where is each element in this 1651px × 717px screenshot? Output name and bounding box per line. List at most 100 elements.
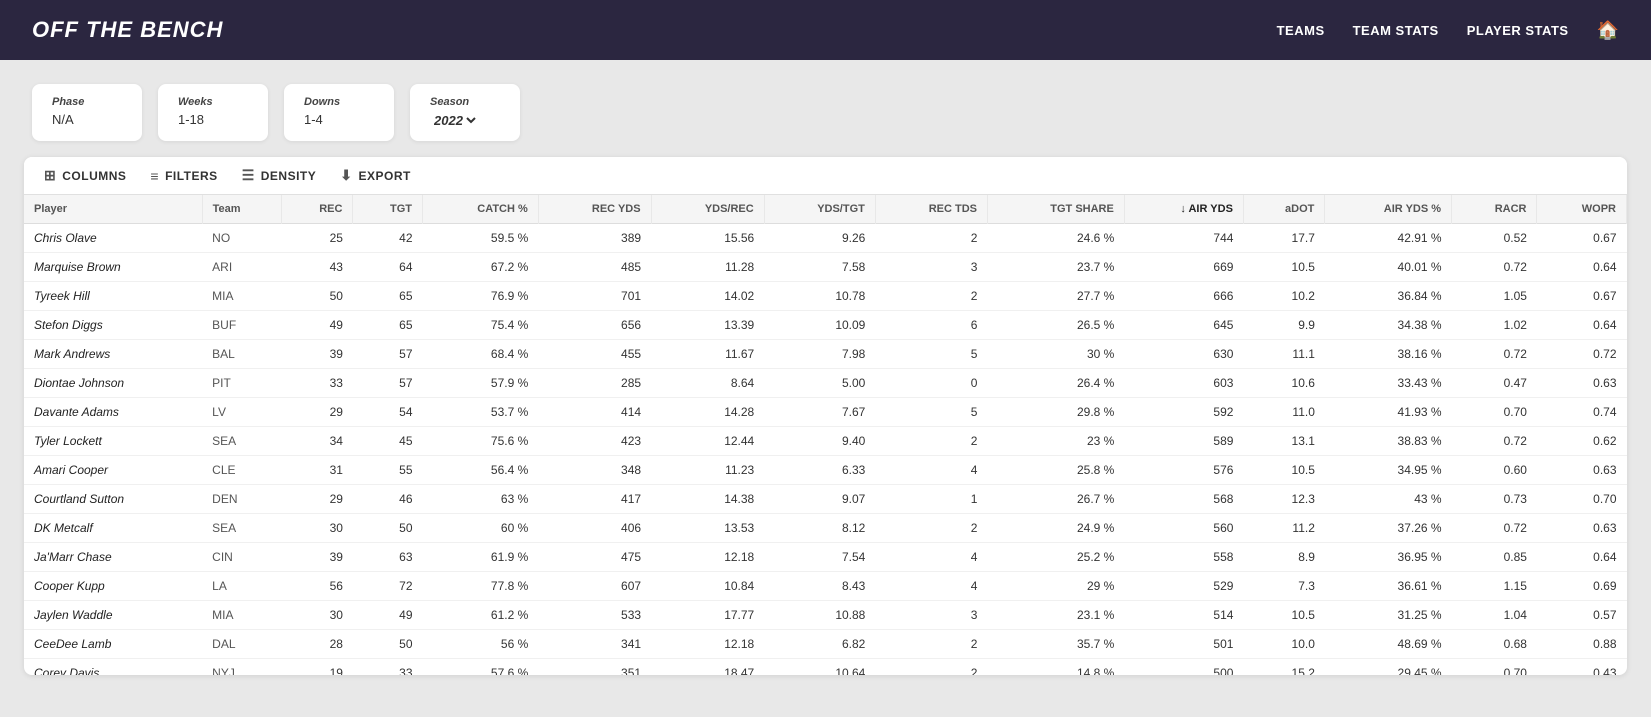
table-scroll-wrapper[interactable]: Player Team REC TGT CATCH % REC YDS YDS/… bbox=[24, 195, 1627, 675]
season-label: Season bbox=[430, 96, 500, 108]
table-cell: 2 bbox=[875, 514, 987, 543]
filters-button[interactable]: ≡ FILTERS bbox=[150, 168, 217, 184]
col-adot[interactable]: aDOT bbox=[1243, 195, 1324, 224]
table-row: CeeDee LambDAL285056 %34112.186.82235.7 … bbox=[24, 630, 1627, 659]
table-cell: 64 bbox=[353, 253, 423, 282]
table-cell: 603 bbox=[1124, 369, 1243, 398]
app-logo: Off The Bench bbox=[32, 17, 223, 43]
table-cell: 42 bbox=[353, 224, 423, 253]
nav-player-stats[interactable]: PLAYER STATS bbox=[1467, 23, 1569, 38]
table-cell: 34 bbox=[281, 427, 353, 456]
season-filter[interactable]: Season 2022 2021 2020 2019 bbox=[410, 84, 520, 141]
col-player[interactable]: Player bbox=[24, 195, 202, 224]
table-cell: 49 bbox=[281, 311, 353, 340]
table-cell: 26.7 % bbox=[987, 485, 1124, 514]
table-cell: 1.04 bbox=[1452, 601, 1537, 630]
table-cell: 17.7 bbox=[1243, 224, 1324, 253]
table-cell: 0.72 bbox=[1452, 340, 1537, 369]
table-cell: 10.5 bbox=[1243, 456, 1324, 485]
table-cell: 0.64 bbox=[1537, 543, 1627, 572]
table-cell: 0.57 bbox=[1537, 601, 1627, 630]
table-cell: 0.70 bbox=[1537, 485, 1627, 514]
table-cell: 50 bbox=[281, 282, 353, 311]
table-cell: 23 % bbox=[987, 427, 1124, 456]
table-cell: 38.16 % bbox=[1325, 340, 1452, 369]
table-cell: 9.9 bbox=[1243, 311, 1324, 340]
table-cell: 31 bbox=[281, 456, 353, 485]
table-cell: 11.1 bbox=[1243, 340, 1324, 369]
col-yds-tgt[interactable]: YDS/TGT bbox=[764, 195, 875, 224]
table-cell: 0.72 bbox=[1452, 253, 1537, 282]
col-air-yds[interactable]: ↓ AIR YDS bbox=[1124, 195, 1243, 224]
density-button[interactable]: ☰ DENSITY bbox=[242, 167, 317, 184]
col-air-yds-pct[interactable]: AIR YDS % bbox=[1325, 195, 1452, 224]
home-icon[interactable]: 🏠 bbox=[1597, 20, 1619, 41]
table-cell: 0.70 bbox=[1452, 659, 1537, 676]
table-row: Tyler LockettSEA344575.6 %42312.449.4022… bbox=[24, 427, 1627, 456]
table-cell: 389 bbox=[538, 224, 651, 253]
table-cell: 348 bbox=[538, 456, 651, 485]
col-team[interactable]: Team bbox=[202, 195, 281, 224]
table-cell: 65 bbox=[353, 282, 423, 311]
table-cell: 7.98 bbox=[764, 340, 875, 369]
table-cell: 1.05 bbox=[1452, 282, 1537, 311]
season-select[interactable]: 2022 2021 2020 2019 bbox=[430, 112, 479, 129]
table-cell: 67.2 % bbox=[423, 253, 539, 282]
table-cell: 701 bbox=[538, 282, 651, 311]
table-row: Chris OlaveNO254259.5 %38915.569.26224.6… bbox=[24, 224, 1627, 253]
table-cell: 341 bbox=[538, 630, 651, 659]
col-rec-yds[interactable]: REC YDS bbox=[538, 195, 651, 224]
table-cell: 60 % bbox=[423, 514, 539, 543]
col-rec[interactable]: REC bbox=[281, 195, 353, 224]
table-cell: 560 bbox=[1124, 514, 1243, 543]
col-racr[interactable]: RACR bbox=[1452, 195, 1537, 224]
table-cell: Diontae Johnson bbox=[24, 369, 202, 398]
col-yds-rec[interactable]: YDS/REC bbox=[651, 195, 764, 224]
table-cell: 34.38 % bbox=[1325, 311, 1452, 340]
columns-icon: ⊞ bbox=[44, 167, 56, 184]
col-wopr[interactable]: WOPR bbox=[1537, 195, 1627, 224]
columns-button[interactable]: ⊞ COLUMNS bbox=[44, 167, 126, 184]
weeks-value: 1-18 bbox=[178, 112, 248, 127]
table-cell: Mark Andrews bbox=[24, 340, 202, 369]
table-cell: 12.18 bbox=[651, 543, 764, 572]
col-tgt-share[interactable]: TGT SHARE bbox=[987, 195, 1124, 224]
table-cell: 5 bbox=[875, 340, 987, 369]
table-cell: 38.83 % bbox=[1325, 427, 1452, 456]
table-cell: 9.07 bbox=[764, 485, 875, 514]
nav-teams[interactable]: TEAMS bbox=[1277, 23, 1325, 38]
table-cell: 48.69 % bbox=[1325, 630, 1452, 659]
table-cell: 26.5 % bbox=[987, 311, 1124, 340]
table-cell: ARI bbox=[202, 253, 281, 282]
table-cell: 0.64 bbox=[1537, 253, 1627, 282]
table-cell: 558 bbox=[1124, 543, 1243, 572]
table-cell: 7.67 bbox=[764, 398, 875, 427]
table-cell: 10.88 bbox=[764, 601, 875, 630]
table-cell: 0.62 bbox=[1537, 427, 1627, 456]
table-cell: 5.00 bbox=[764, 369, 875, 398]
table-container: ⊞ COLUMNS ≡ FILTERS ☰ DENSITY ⬇ EXPORT P… bbox=[24, 157, 1627, 675]
table-cell: 57.6 % bbox=[423, 659, 539, 676]
table-row: Diontae JohnsonPIT335757.9 %2858.645.000… bbox=[24, 369, 1627, 398]
table-cell: 607 bbox=[538, 572, 651, 601]
table-cell: BUF bbox=[202, 311, 281, 340]
table-cell: 10.78 bbox=[764, 282, 875, 311]
weeks-filter[interactable]: Weeks 1-18 bbox=[158, 84, 268, 141]
nav-team-stats[interactable]: TEAM STATS bbox=[1353, 23, 1439, 38]
col-rec-tds[interactable]: REC TDS bbox=[875, 195, 987, 224]
table-cell: 23.1 % bbox=[987, 601, 1124, 630]
downs-filter[interactable]: Downs 1-4 bbox=[284, 84, 394, 141]
export-button[interactable]: ⬇ EXPORT bbox=[340, 167, 411, 184]
table-cell: 4 bbox=[875, 543, 987, 572]
table-cell: 11.28 bbox=[651, 253, 764, 282]
table-cell: 744 bbox=[1124, 224, 1243, 253]
table-cell: PIT bbox=[202, 369, 281, 398]
col-catch-pct[interactable]: CATCH % bbox=[423, 195, 539, 224]
col-tgt[interactable]: TGT bbox=[353, 195, 423, 224]
table-cell: 0 bbox=[875, 369, 987, 398]
table-cell: 0.68 bbox=[1452, 630, 1537, 659]
table-cell: 75.6 % bbox=[423, 427, 539, 456]
table-cell: 57 bbox=[353, 340, 423, 369]
table-cell: 0.72 bbox=[1452, 427, 1537, 456]
downs-value: 1-4 bbox=[304, 112, 374, 127]
